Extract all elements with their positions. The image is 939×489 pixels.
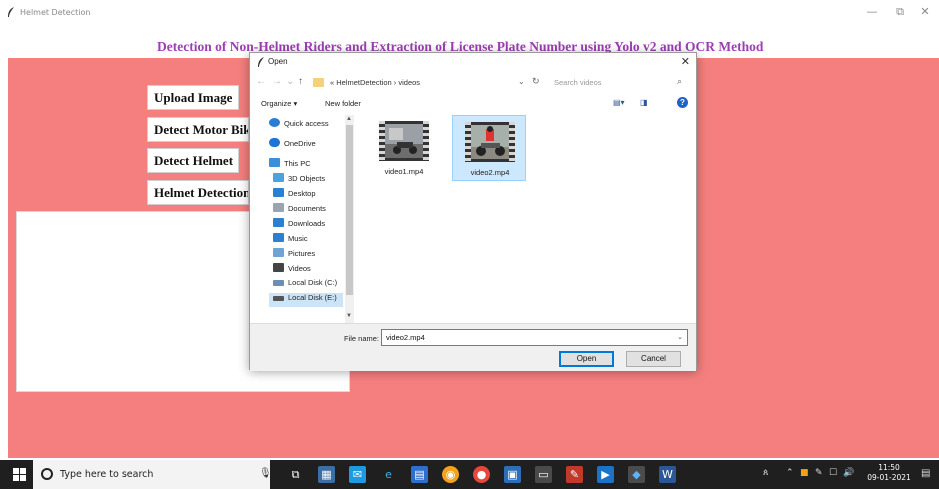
cortana-icon [41, 468, 53, 480]
nav-item-quick-access[interactable]: Quick access [269, 118, 353, 132]
scroll-down-icon[interactable]: ▼ [346, 313, 352, 319]
feather-icon [8, 7, 14, 17]
scroll-up-icon[interactable]: ▲ [346, 116, 352, 122]
address-bar[interactable]: « HelmetDetection › videos ⌄ ↻ [310, 75, 542, 91]
folder-icon [313, 78, 324, 87]
up-arrow-icon[interactable]: ↑ [298, 76, 303, 87]
paint-icon[interactable]: ▶ [597, 466, 614, 483]
video-thumbnail [465, 122, 515, 162]
dialog-footer: File name: video2.mp4 ⌄ Open Cancel [250, 323, 696, 371]
nav-item-local-disk-e[interactable]: Local Disk (E:) [269, 293, 343, 307]
detect-helmet-button[interactable]: Detect Helmet [147, 148, 239, 173]
pictures-icon [273, 248, 284, 257]
volume-icon[interactable]: 🔊 [843, 468, 854, 478]
network-icon[interactable]: ☐ [829, 468, 837, 478]
computer-icon [269, 158, 280, 167]
close-button[interactable]: ✕ [918, 5, 932, 18]
mail-icon[interactable]: ✉ [349, 466, 366, 483]
file-name-label: video1.mp4 [384, 167, 424, 176]
search-placeholder: Search videos [554, 78, 602, 87]
preview-pane-icon[interactable]: ◨ [640, 98, 648, 107]
windows-start-icon[interactable] [13, 468, 26, 481]
star-icon [269, 118, 280, 127]
command-bar: Organize ▾ New folder ▤▾ ◨ ? [250, 95, 696, 113]
feather-icon [258, 57, 264, 67]
file-name-input[interactable]: video2.mp4 ⌄ [381, 329, 688, 346]
refresh-icon[interactable]: ↻ [532, 76, 540, 87]
taskbar-search[interactable]: Type here to search 🎙 [33, 460, 272, 489]
video-icon [273, 263, 284, 272]
cloud-icon [269, 138, 280, 147]
download-icon [273, 218, 284, 227]
nav-item-onedrive[interactable]: OneDrive [269, 138, 353, 152]
media-player-icon[interactable]: ● [473, 466, 490, 483]
help-icon[interactable]: ? [677, 97, 688, 108]
taskbar-search-placeholder: Type here to search [60, 469, 154, 480]
search-icon: ⌕ [676, 76, 682, 86]
dialog-title: Open [268, 57, 288, 66]
cube-icon [273, 173, 284, 182]
organize-button[interactable]: Organize ▾ [261, 99, 297, 108]
window-title: Helmet Detection [20, 8, 91, 17]
taskbar: Type here to search 🎙 ⧉ ▦ ✉ e ▤ ◉ ● ▣ ▭ … [0, 460, 939, 489]
new-folder-button[interactable]: New folder [325, 99, 361, 108]
terminal-icon[interactable]: ▭ [535, 466, 552, 483]
chrome-icon[interactable]: ◉ [442, 466, 459, 483]
dialog-close-button[interactable]: ✕ [681, 55, 690, 68]
calculator-icon[interactable]: ▦ [318, 466, 335, 483]
tray-app-icon[interactable]: ■ [800, 468, 809, 478]
navigation-pane: Quick access OneDrive This PC 3D Objects… [250, 115, 356, 323]
notification-icon[interactable]: ▤ [921, 468, 930, 479]
app-title-bar: Helmet Detection — ⧉ ✕ [0, 0, 939, 30]
open-button[interactable]: Open [559, 351, 614, 367]
file-item-video2[interactable]: video2.mp4 [452, 115, 526, 181]
restore-button[interactable]: ⧉ [893, 5, 907, 19]
search-field[interactable]: Search videos ⌕ [546, 75, 688, 91]
nav-item-this-pc[interactable]: This PC [269, 158, 353, 172]
chevron-up-icon[interactable]: ⌃ [786, 468, 794, 478]
store-icon[interactable]: ▣ [504, 466, 521, 483]
video-frame-image [385, 124, 423, 158]
file-list: video1.mp4 video2.mp4 [360, 115, 696, 323]
view-options-icon[interactable]: ▤▾ [613, 98, 625, 107]
address-dropdown-icon[interactable]: ⌄ [518, 77, 525, 86]
microphone-icon[interactable]: 🎙 [259, 468, 272, 479]
upload-image-button[interactable]: Upload Image [147, 85, 239, 110]
open-file-dialog: Open ✕ ← → ⌄ ↑ « HelmetDetection › video… [249, 52, 697, 371]
helmet-detection-from-video-button[interactable]: Helmet Detection from Video [147, 180, 249, 205]
scroll-thumb[interactable] [346, 125, 353, 295]
pen-icon[interactable]: ✎ [815, 468, 823, 478]
cancel-button[interactable]: Cancel [626, 351, 681, 367]
app-icon[interactable]: ✎ [566, 466, 583, 483]
recent-dropdown-icon[interactable]: ⌄ [286, 76, 294, 87]
nav-scrollbar[interactable]: ▲ ▼ [345, 115, 354, 323]
disk-icon [273, 280, 284, 286]
address-row: ← → ⌄ ↑ « HelmetDetection › videos ⌄ ↻ S… [250, 73, 696, 93]
disk-icon [273, 296, 284, 301]
task-view-icon[interactable]: ⧉ [287, 466, 304, 483]
chevron-down-icon[interactable]: ⌄ [677, 333, 683, 341]
file-explorer-icon[interactable]: ▤ [411, 466, 428, 483]
system-clock[interactable]: 11:50 09-01-2021 [866, 463, 912, 483]
file-item-video1[interactable]: video1.mp4 [367, 115, 441, 181]
forward-arrow-icon[interactable]: → [272, 76, 282, 87]
video-thumbnail [379, 121, 429, 161]
back-arrow-icon[interactable]: ← [256, 76, 266, 87]
music-icon [273, 233, 284, 242]
document-icon [273, 203, 284, 212]
file-name-label: video2.mp4 [470, 168, 510, 177]
breadcrumb: « HelmetDetection › videos [330, 78, 421, 87]
detect-motor-bike-button[interactable]: Detect Motor Bike [147, 117, 249, 142]
desktop-icon [273, 188, 284, 197]
python-app-icon[interactable]: ◆ [628, 466, 645, 483]
minimize-button[interactable]: — [865, 5, 879, 18]
edge-icon[interactable]: e [380, 466, 397, 483]
file-name-label: File name: [344, 334, 380, 343]
dialog-title-bar: Open ✕ [250, 53, 696, 71]
video-frame-image [471, 125, 509, 159]
people-icon[interactable]: ጰ [763, 468, 768, 478]
word-icon[interactable]: W [659, 466, 676, 483]
